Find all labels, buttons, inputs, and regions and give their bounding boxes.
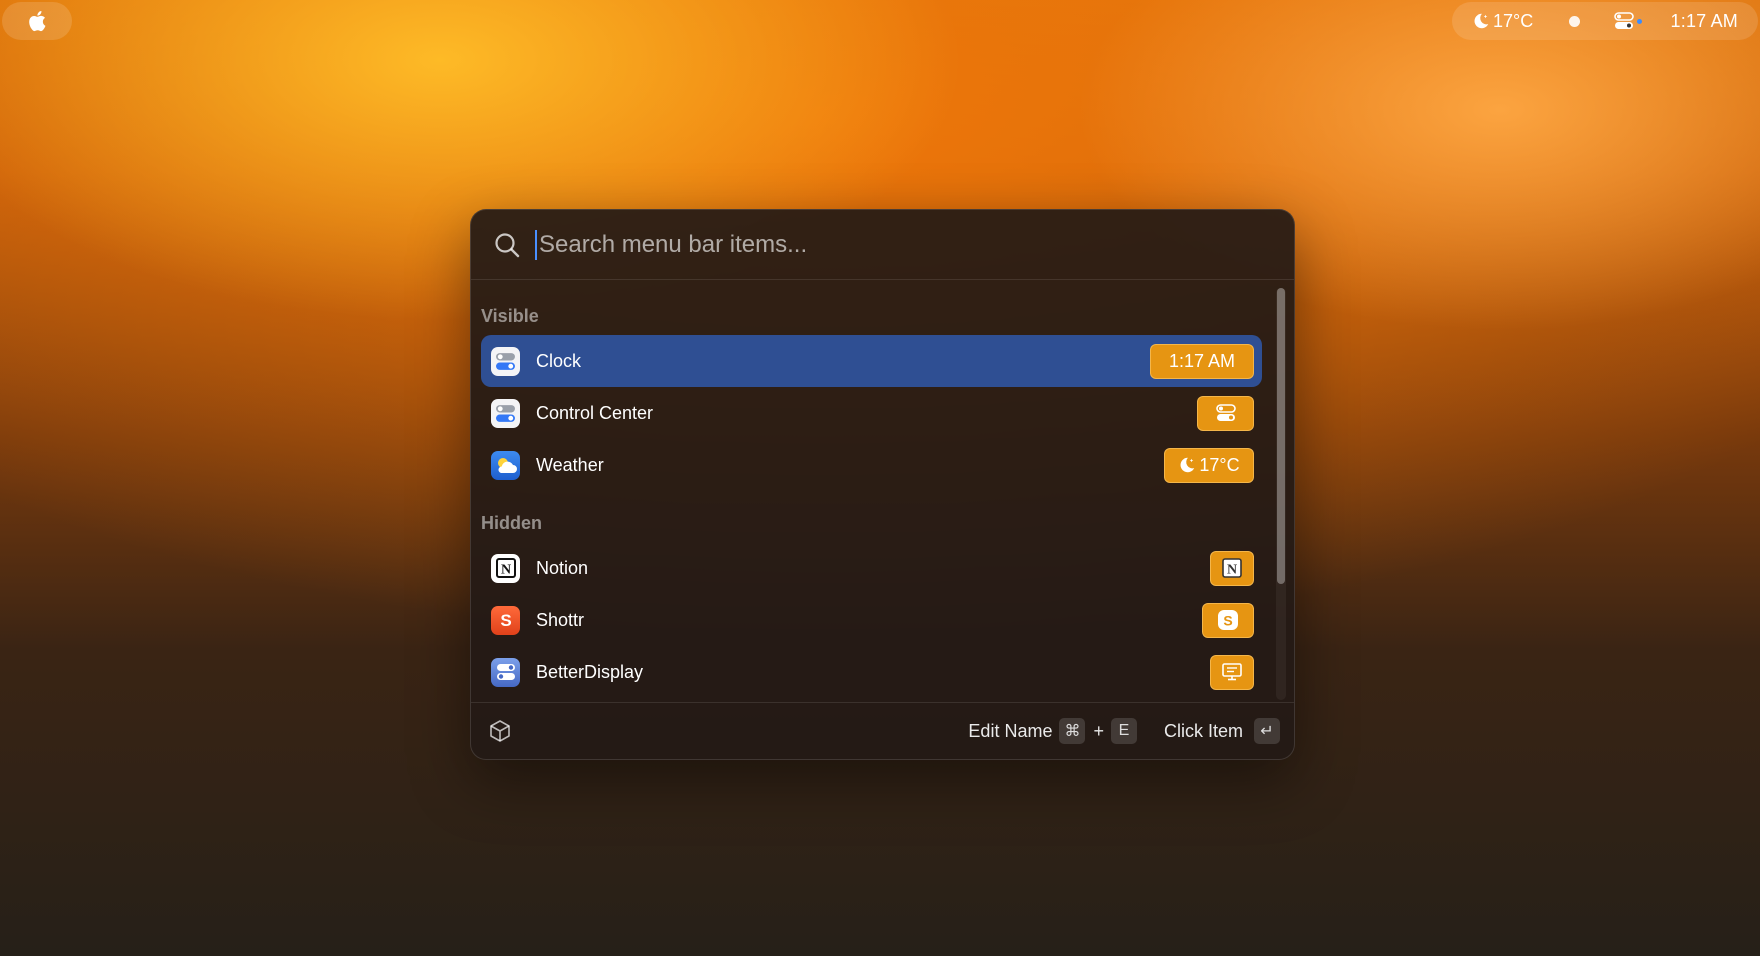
menu-bar-preview-badge — [1197, 395, 1254, 431]
edit-name-hint[interactable]: Edit Name — [968, 721, 1052, 742]
search-icon — [495, 232, 520, 257]
svg-text:N: N — [1227, 563, 1237, 578]
keyboard-hints: Edit Name ⌘ + E Click Item ↵ — [968, 718, 1280, 744]
list-item-notion[interactable]: N Notion N — [481, 542, 1262, 594]
plus-sign: + — [1093, 720, 1104, 741]
toggles-icon — [1215, 404, 1236, 421]
list-item-label: Weather — [536, 454, 604, 475]
weather-app-icon — [491, 450, 520, 480]
notion-app-icon: N — [491, 553, 520, 583]
control-center-app-icon — [491, 346, 520, 376]
menu-bar-preview-badge: 17°C — [1164, 447, 1254, 483]
betterdisplay-app-icon — [491, 657, 520, 687]
section-title-visible: Visible — [481, 306, 539, 326]
menu-bar-preview-badge: S — [1202, 602, 1254, 638]
toggles-icon — [1614, 12, 1635, 29]
recording-indicator-dot — [1637, 18, 1643, 24]
list-item-control-center[interactable]: Control Center — [481, 387, 1262, 439]
cube-icon[interactable] — [487, 718, 513, 744]
menu-bar-search-panel: Visible Clock 1:17 AM — [470, 209, 1295, 760]
search-input[interactable] — [535, 229, 1215, 260]
menu-item-list[interactable]: Visible Clock 1:17 AM Control Center Wea… — [471, 280, 1294, 702]
command-key: ⌘ — [1059, 718, 1086, 744]
list-item-label: Shottr — [536, 609, 585, 630]
panel-footer: Edit Name ⌘ + E Click Item ↵ — [471, 702, 1294, 759]
svg-text:S: S — [1223, 613, 1232, 629]
scrollbar-thumb[interactable] — [1277, 288, 1285, 584]
display-icon — [1222, 663, 1242, 681]
list-item-betterdisplay[interactable]: BetterDisplay — [481, 646, 1262, 698]
menu-bar-weather[interactable]: 17°C — [1472, 11, 1533, 32]
menu-bar-preview-badge — [1210, 654, 1254, 690]
list-item-weather[interactable]: Weather 17°C — [481, 439, 1262, 491]
list-item-label: Clock — [536, 350, 582, 371]
list-item-label: Notion — [536, 557, 589, 578]
click-item-hint[interactable]: Click Item — [1164, 721, 1243, 742]
list-item-shottr[interactable]: S Shottr S — [481, 594, 1262, 646]
apple-logo-icon — [29, 11, 46, 32]
list-item-label: BetterDisplay — [536, 661, 644, 682]
menu-bar-preview-badge: N — [1210, 550, 1254, 586]
badge-text: 17°C — [1199, 454, 1240, 475]
menu-bar-clock[interactable]: 1:17 AM — [1671, 11, 1738, 32]
moon-icon — [1180, 457, 1195, 473]
menu-bar-control-center[interactable] — [1614, 12, 1643, 30]
menu-bar-preview-badge: 1:17 AM — [1150, 343, 1254, 379]
list-item-label: Control Center — [536, 402, 654, 423]
menu-bar-status-area: 17°C 1:17 AM — [1452, 2, 1758, 40]
svg-text:S: S — [500, 611, 511, 630]
list-item-clock[interactable]: Clock 1:17 AM — [481, 335, 1262, 387]
e-key: E — [1110, 718, 1137, 744]
return-key: ↵ — [1254, 718, 1280, 744]
shottr-icon: S — [1218, 610, 1238, 630]
shottr-app-icon: S — [491, 605, 520, 635]
moon-icon — [1474, 13, 1489, 29]
svg-text:N: N — [500, 563, 510, 578]
menu-bar-weather-text: 17°C — [1493, 10, 1534, 31]
control-center-app-icon — [491, 398, 520, 428]
apple-menu-button[interactable] — [2, 2, 72, 40]
search-row — [471, 210, 1294, 280]
list-scrollbar[interactable] — [1276, 288, 1286, 700]
section-title-hidden: Hidden — [481, 513, 542, 533]
menu-bar: 17°C 1:17 AM — [0, 0, 1760, 40]
notion-icon: N — [1222, 558, 1242, 578]
menu-bar-dot-item[interactable] — [1569, 15, 1581, 27]
